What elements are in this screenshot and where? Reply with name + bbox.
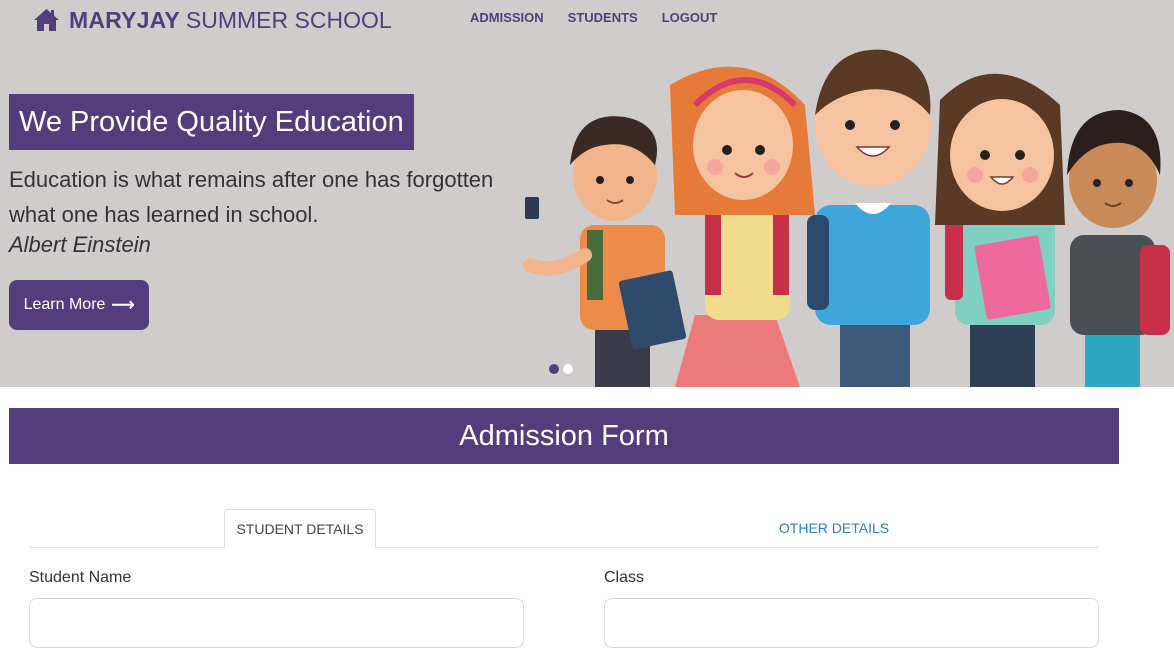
carousel-dot-2[interactable] [563,364,573,374]
hero-title: We Provide Quality Education [9,94,414,150]
main-nav: ADMISSION STUDENTS LOGOUT [470,10,741,26]
class-input[interactable] [604,598,1099,648]
kid-5-figure [1067,110,1170,387]
form-tabs: STUDENT DETAILS OTHER DETAILS [29,509,1099,549]
nav-logout[interactable]: LOGOUT [662,10,718,26]
tab-student-details[interactable]: STUDENT DETAILS [224,509,376,549]
quote-author: Albert Einstein [9,232,151,257]
kid-1-figure [523,116,687,387]
home-icon [34,9,59,31]
students-illustration [523,49,1170,387]
hero-quote: Education is what remains after one has … [9,167,494,227]
kid-2-figure [670,66,815,387]
class-label: Class [604,569,645,586]
student-name-label: Student Name [29,569,132,586]
nav-students[interactable]: STUDENTS [568,10,638,26]
carousel-dot-1[interactable] [549,364,559,374]
brand-logo[interactable]: MARYJAY SUMMER SCHOOL [33,6,392,34]
brand-name: MARYJAY [69,6,180,33]
kid-4-figure [935,73,1065,387]
nav-admission[interactable]: ADMISSION [470,10,544,26]
learn-more-label: Learn More [23,296,106,313]
admission-form-title: Admission Form [9,408,1119,464]
student-name-input[interactable] [29,598,524,648]
long-arrow-right-icon: ⟶ [111,297,135,314]
kid-3-figure [807,49,931,387]
learn-more-button[interactable]: Learn More ⟶ [9,280,149,330]
hero-banner: MARYJAY SUMMER SCHOOL ADMISSION STUDENTS… [0,0,1174,387]
tab-other-details[interactable]: OTHER DETAILS [769,509,899,548]
carousel-indicators [549,364,577,374]
brand-subtitle: SUMMER SCHOOL [185,6,392,33]
